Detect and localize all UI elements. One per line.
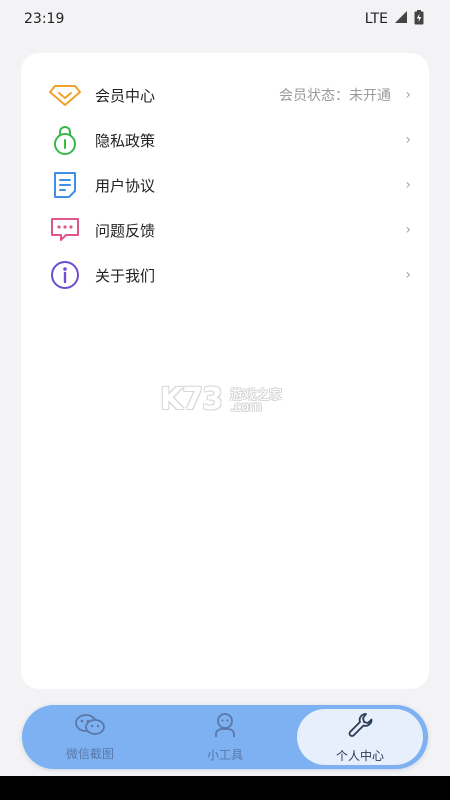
status-bar: 23:19 LTE xyxy=(0,0,450,38)
tab-label: 小工具 xyxy=(206,747,243,762)
menu-item-label: 用户协议 xyxy=(95,176,156,195)
message-icon xyxy=(49,214,81,246)
chevron-right-icon: › xyxy=(405,87,411,103)
document-icon xyxy=(49,169,81,201)
battery-charging-icon xyxy=(414,9,424,29)
watermark: K73 游戏之家 .com xyxy=(160,382,290,418)
menu-item-label: 隐私政策 xyxy=(95,131,156,150)
tools-person-icon xyxy=(212,712,238,742)
chevron-right-icon: › xyxy=(405,267,411,283)
status-indicators: LTE xyxy=(364,9,424,29)
tab-tools[interactable]: 小工具 xyxy=(165,705,285,769)
menu-item-membership[interactable]: 会员中心 会员状态：未开通 › xyxy=(21,73,429,117)
signal-icon xyxy=(394,10,408,28)
tab-label: 个人中心 xyxy=(335,748,384,763)
menu-item-about[interactable]: 关于我们 › xyxy=(21,253,429,297)
menu-item-label: 问题反馈 xyxy=(95,221,156,240)
network-label: LTE xyxy=(364,11,388,27)
menu-item-label: 会员中心 xyxy=(95,86,156,105)
system-navigation-bar xyxy=(0,776,450,800)
lock-icon xyxy=(49,124,81,156)
info-icon xyxy=(49,259,81,291)
tab-profile[interactable]: 个人中心 xyxy=(297,709,423,765)
menu-item-label: 关于我们 xyxy=(95,266,156,285)
menu-item-user-agreement[interactable]: 用户协议 › xyxy=(21,163,429,207)
menu-item-privacy[interactable]: 隐私政策 › xyxy=(21,118,429,162)
membership-status: 会员状态：未开通 xyxy=(279,88,391,104)
status-time: 23:19 xyxy=(24,11,65,27)
watermark-domain: .com xyxy=(230,400,262,415)
chevron-right-icon: › xyxy=(405,132,411,148)
watermark-logo: K73 xyxy=(160,382,223,417)
wechat-icon xyxy=(74,713,106,741)
chevron-right-icon: › xyxy=(405,177,411,193)
bottom-tab-bar: 微信截图 小工具 个人中心 xyxy=(22,705,428,769)
tab-label: 微信截图 xyxy=(65,746,114,761)
tab-wechat-screenshot[interactable]: 微信截图 xyxy=(30,705,150,769)
chevron-right-icon: › xyxy=(405,222,411,238)
menu-item-feedback[interactable]: 问题反馈 › xyxy=(21,208,429,252)
settings-card: 会员中心 会员状态：未开通 › 隐私政策 › 用户协议 › 问题反馈 › 关于我… xyxy=(21,53,429,689)
wrench-icon xyxy=(346,711,374,743)
diamond-icon xyxy=(49,79,81,111)
